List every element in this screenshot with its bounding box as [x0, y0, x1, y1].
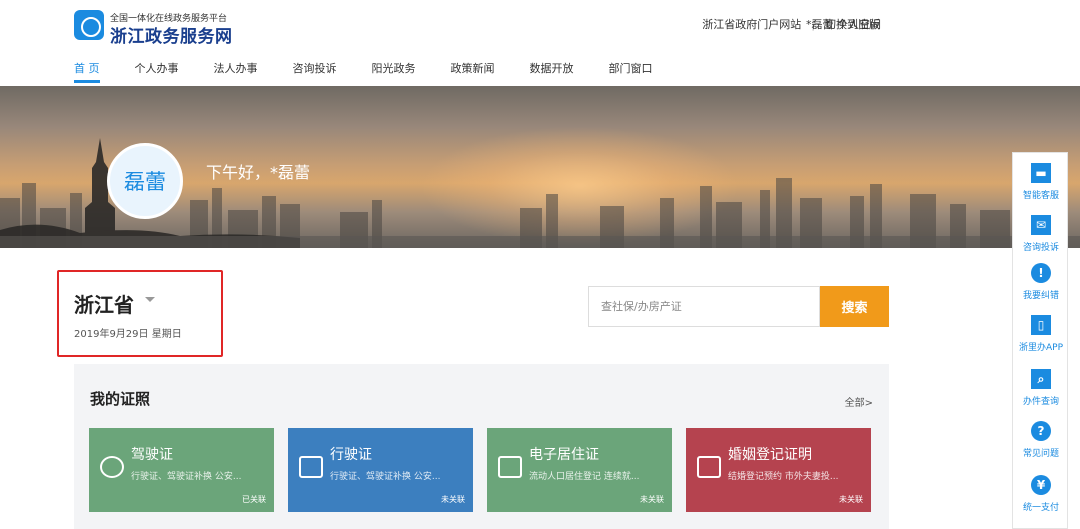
building-icon	[498, 456, 522, 478]
main-nav: 首 页 个人办事 法人办事 咨询投诉 阳光政务 政策新闻 数据开放 部门窗口	[74, 60, 688, 83]
user-space-link[interactable]: *磊蕾 个人空间	[806, 16, 881, 32]
nav-item-home[interactable]: 首 页	[74, 60, 100, 83]
search-input[interactable]	[588, 286, 820, 327]
search-button[interactable]: 搜索	[820, 286, 889, 327]
certificate-description: 流动人口居住登记 连续就...	[529, 472, 640, 482]
nav-item-departments[interactable]: 部门窗口	[609, 60, 653, 76]
certificate-card-vehicle-license[interactable]: 行驶证 行驶证、驾驶证补换 公安... 未关联	[288, 428, 473, 512]
hero-banner: 磊蕾 下午好，*磊蕾	[0, 86, 1080, 248]
avatar[interactable]: 磊蕾	[107, 143, 183, 219]
certificate-name: 驾驶证	[131, 447, 173, 463]
tool-report-error[interactable]: ! 我要纠错	[1013, 263, 1069, 301]
tool-smart-service[interactable]: ▬ 智能客服	[1013, 163, 1069, 201]
certificate-icon	[697, 456, 721, 478]
certificate-name: 电子居住证	[529, 447, 599, 463]
certificate-status: 已关联	[242, 495, 266, 504]
nav-item-policy-news[interactable]: 政策新闻	[451, 60, 495, 76]
chat-icon: ▬	[1031, 163, 1051, 183]
certificate-description: 行驶证、驾驶证补换 公安...	[131, 472, 242, 482]
tool-label: 咨询投诉	[1022, 243, 1059, 253]
certificate-card-residence-permit[interactable]: 电子居住证 流动人口居住登记 连续就... 未关联	[487, 428, 672, 512]
certificate-name: 婚姻登记证明	[728, 447, 812, 463]
nav-item-open-data[interactable]: 数据开放	[530, 60, 574, 76]
certificate-name: 行驶证	[330, 447, 372, 463]
certificate-status: 未关联	[441, 495, 465, 504]
my-certificates-panel: 我的证照 全部> 驾驶证 行驶证、驾驶证补换 公安... 已关联 行驶证 行驶证…	[74, 364, 889, 529]
certificate-description: 行驶证、驾驶证补换 公安...	[330, 472, 441, 482]
tool-unified-payment[interactable]: ¥ 统一支付	[1013, 475, 1069, 513]
phone-icon: ▯	[1031, 315, 1051, 335]
page-root: 全国一体化在线政务服务平台 浙江政务服务网 浙江省政府门户网站 | 切换到旧版 …	[0, 0, 1080, 529]
tool-label: 办件查询	[1022, 397, 1059, 407]
payment-icon: ¥	[1031, 475, 1051, 495]
question-icon: ?	[1031, 421, 1051, 441]
chevron-down-icon[interactable]	[145, 297, 155, 302]
certificate-card-drivers-license[interactable]: 驾驶证 行驶证、驾驶证补换 公安... 已关联	[89, 428, 274, 512]
tool-app[interactable]: ▯ 浙里办APP	[1013, 315, 1069, 353]
current-date: 2019年9月29日 星期日	[74, 329, 182, 340]
certificate-status: 未关联	[640, 495, 664, 504]
tool-label: 统一支付	[1022, 503, 1059, 513]
nav-item-corporate[interactable]: 法人办事	[214, 60, 258, 76]
province-selector[interactable]: 浙江省	[74, 289, 134, 318]
certificate-card-marriage[interactable]: 婚姻登记证明 结婚登记预约 市外夫妻投... 未关联	[686, 428, 871, 512]
mail-icon: ✉	[1031, 215, 1051, 235]
panel-title: 我的证照	[90, 390, 151, 408]
gov-portal-link[interactable]: 浙江省政府门户网站	[702, 16, 801, 32]
tool-label: 常见问题	[1022, 449, 1059, 459]
certificate-status: 未关联	[839, 495, 863, 504]
certificate-description: 结婚登记预约 市外夫妻投...	[728, 472, 839, 482]
tool-case-query[interactable]: ⌕ 办件查询	[1013, 369, 1069, 407]
header: 全国一体化在线政务服务平台 浙江政务服务网 浙江省政府门户网站 | 切换到旧版 …	[0, 0, 1080, 86]
logo-icon[interactable]	[74, 10, 104, 40]
tool-label: 智能客服	[1022, 191, 1059, 201]
logo-title[interactable]: 浙江政务服务网	[110, 22, 233, 47]
floating-toolbar: ▬ 智能客服 ✉ 咨询投诉 ! 我要纠错 ▯ 浙里办APP ⌕ 办件查询 ? 常…	[1012, 152, 1068, 529]
nav-item-personal[interactable]: 个人办事	[135, 60, 179, 76]
tool-label: 我要纠错	[1022, 291, 1059, 301]
steering-wheel-icon	[100, 456, 124, 478]
greeting-text: 下午好，*磊蕾	[206, 163, 311, 182]
car-icon	[299, 456, 323, 478]
alert-icon: !	[1031, 263, 1051, 283]
search-icon: ⌕	[1031, 369, 1051, 389]
tool-consult-complaint[interactable]: ✉ 咨询投诉	[1013, 215, 1069, 253]
tool-label: 浙里办APP	[1018, 343, 1063, 353]
nav-item-consult[interactable]: 咨询投诉	[293, 60, 337, 76]
tool-faq[interactable]: ? 常见问题	[1013, 421, 1069, 459]
view-all-link[interactable]: 全部>	[845, 394, 873, 409]
nav-item-open-gov[interactable]: 阳光政务	[372, 60, 416, 76]
